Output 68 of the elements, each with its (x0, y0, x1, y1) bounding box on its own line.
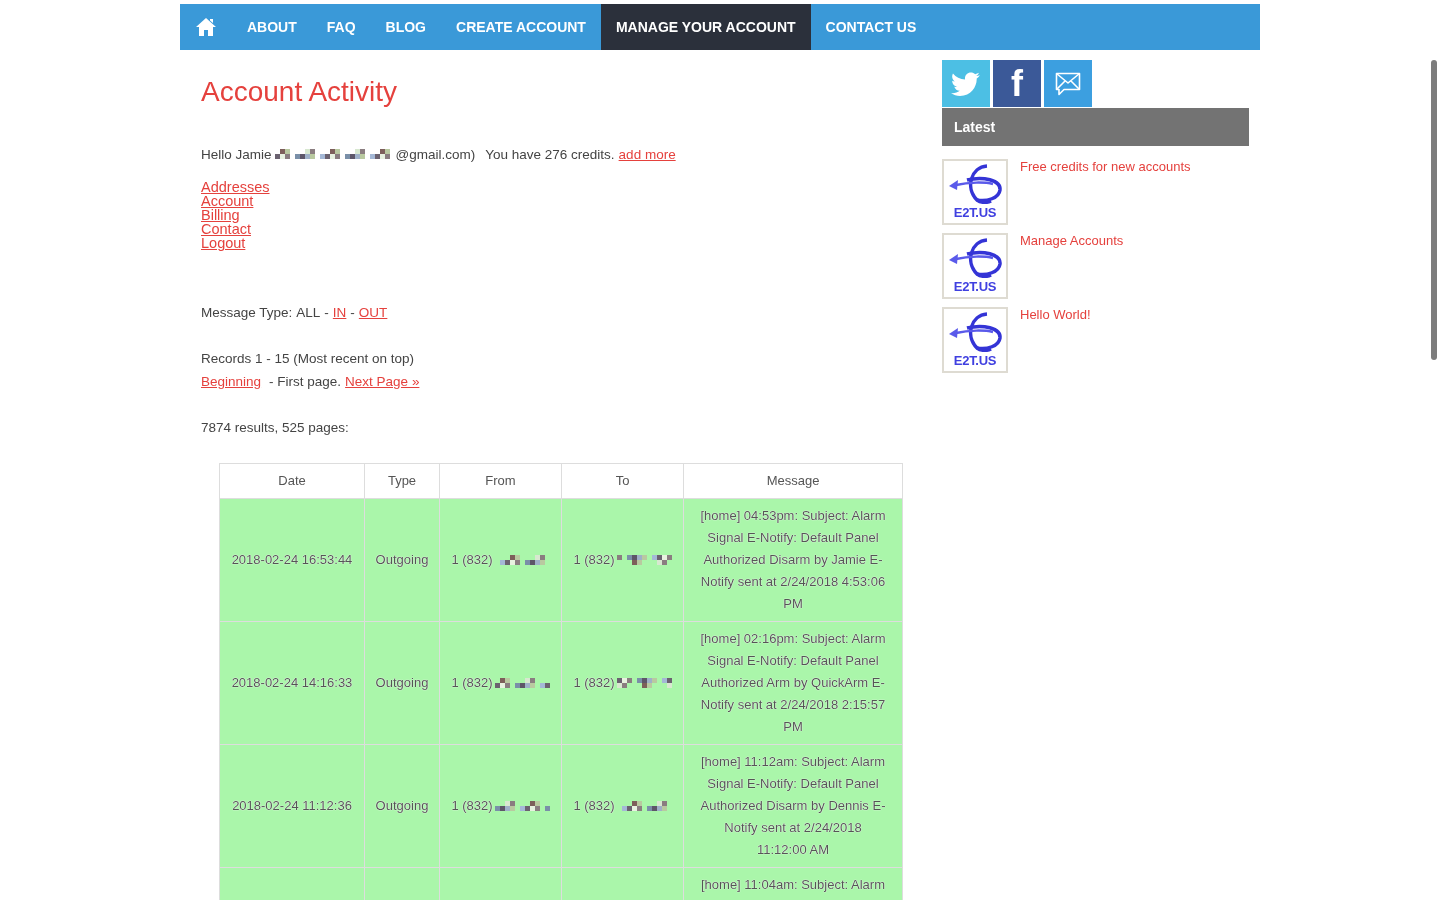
post-thumbnail[interactable]: E2T.US (942, 307, 1008, 373)
globe-arrow-icon (947, 312, 1003, 352)
post-link[interactable]: Manage Accounts (1020, 233, 1124, 249)
type-cell: Outgoing (364, 621, 440, 745)
post-thumbnail[interactable]: E2T.US (942, 233, 1008, 299)
pager-text: - First page. (269, 373, 342, 389)
date-cell: 2018-02-24 11:12:36 (219, 744, 365, 868)
phone-number-text: 1 (832) (451, 551, 493, 569)
nav-link[interactable]: CONTACT US (810, 4, 932, 50)
account-menu-link[interactable]: Billing (201, 208, 240, 222)
phone-number-text: 1 (832) (573, 674, 615, 692)
home-icon (196, 18, 216, 36)
bird-icon (951, 71, 981, 96)
post-thumbnail[interactable]: E2T.US (942, 159, 1008, 225)
twitter-button[interactable] (942, 60, 990, 107)
email-text: @gmail.com) (395, 146, 476, 162)
filter-link[interactable]: IN (332, 304, 347, 320)
date-cell: 2018-02-24 14:16:33 (219, 621, 365, 745)
envelope-icon (1055, 71, 1081, 96)
account-menu-link[interactable]: Addresses (201, 180, 270, 194)
message-type-label: Message Type: (201, 304, 293, 320)
globe-arrow-icon (947, 238, 1003, 278)
nav-link[interactable]: BLOG (370, 4, 441, 50)
phone-number-text: 1 (832) (573, 797, 615, 815)
nav-link[interactable]: MANAGE YOUR ACCOUNT (600, 4, 811, 50)
results-text: 7874 results, 525 pages: (201, 418, 350, 437)
column-header: Message (683, 463, 903, 499)
nav-link[interactable]: FAQ (311, 4, 371, 50)
post-link[interactable]: Free credits for new accounts (1020, 159, 1191, 175)
message-cell: [home] 02:16pm: Subject: Alarm Signal E-Notify: Default Panel Authorized Arm by QuickArm E-Notify sent at 2/24/2018 2:15:57 PM (683, 621, 903, 745)
scrollbar-thumb[interactable] (1431, 60, 1437, 360)
globe-arrow-icon (947, 164, 1003, 204)
credits-text: You have 276 credits. (485, 146, 615, 162)
pager-link[interactable]: Beginning (201, 373, 262, 389)
column-header: Date (219, 463, 365, 499)
message-cell: [home] 11:04am: Subject: Alarm (683, 867, 903, 900)
logo-text: E2T.US (953, 354, 997, 368)
logo-text: E2T.US (953, 206, 997, 220)
current-filter-text: ALL (296, 304, 321, 320)
facebook-button[interactable]: f (993, 60, 1041, 107)
phone-number-text: 1 (832) (451, 797, 493, 815)
column-header: Type (364, 463, 440, 499)
post-link[interactable]: Hello World! (1020, 307, 1091, 323)
phone-number-text: 1 (832) (451, 674, 493, 692)
separator-text: - (324, 304, 329, 320)
column-header: To (561, 463, 684, 499)
message-cell: [home] 04:53pm: Subject: Alarm Signal E-Notify: Default Panel Authorized Disarm by Jamie E-Notify sent at 2/24/2018 4:53:06 PM (683, 498, 903, 622)
type-cell: Outgoing (364, 498, 440, 622)
account-menu-link[interactable]: Logout (201, 236, 246, 250)
nav-link[interactable]: ABOUT (232, 4, 312, 50)
pager-link[interactable]: Next Page » (345, 373, 420, 389)
email-button[interactable] (1044, 60, 1092, 107)
page-title: Account Activity (201, 77, 399, 107)
nav-link[interactable]: CREATE ACCOUNT (441, 4, 601, 50)
phone-number-text: 1 (832) (573, 551, 615, 569)
account-menu-link[interactable]: Account (201, 194, 254, 208)
date-cell: 2018-02-24 16:53:44 (219, 498, 365, 622)
message-cell: [home] 11:12am: Subject: Alarm Signal E-Notify: Default Panel Authorized Disarm by Dennis E-Notify sent at 2/24/2018 11:12:00 AM (683, 744, 903, 868)
latest-heading: Latest (953, 119, 996, 135)
records-text: Records 1 - 15 (Most recent on top) (201, 349, 416, 368)
greeting-text: Hello Jamie (201, 146, 272, 162)
filter-link[interactable]: OUT (358, 304, 388, 320)
separator-text: - (350, 304, 355, 320)
column-header: From (439, 463, 562, 499)
type-cell: Outgoing (364, 744, 440, 868)
logo-text: E2T.US (953, 280, 997, 294)
account-menu-link[interactable]: Contact (201, 222, 251, 236)
add-more-link[interactable]: add more (618, 146, 676, 162)
